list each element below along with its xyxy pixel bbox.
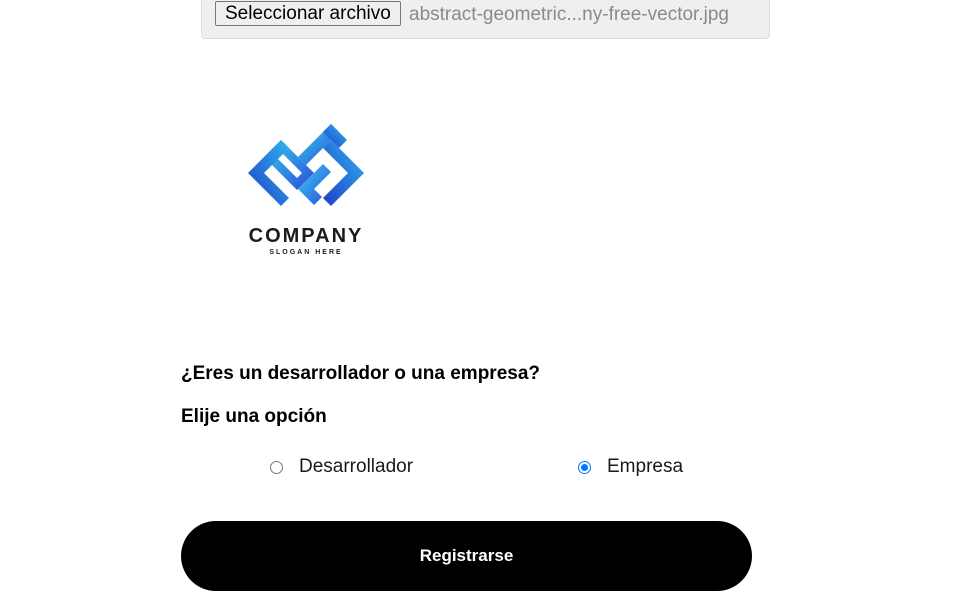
registration-page: Seleccionar archivo abstract-geometric..… bbox=[0, 0, 958, 598]
register-button[interactable]: Registrarse bbox=[181, 521, 752, 591]
logo-slogan-text: SLOGAN HERE bbox=[269, 249, 343, 256]
company-logo: COMPANY SLOGAN HERE bbox=[226, 112, 386, 272]
select-file-button[interactable]: Seleccionar archivo bbox=[215, 1, 401, 26]
radio-developer[interactable] bbox=[270, 460, 283, 474]
file-upload-field[interactable]: Seleccionar archivo abstract-geometric..… bbox=[201, 0, 770, 39]
radio-option-company[interactable]: Empresa bbox=[578, 455, 683, 479]
radio-company[interactable] bbox=[578, 460, 591, 474]
geometric-logo-icon bbox=[248, 124, 364, 206]
choose-option-label: Elije una opción bbox=[181, 406, 327, 427]
account-type-question: ¿Eres un desarrollador o una empresa? bbox=[181, 363, 540, 384]
logo-company-text: COMPANY bbox=[248, 225, 364, 247]
radio-company-label: Empresa bbox=[607, 456, 684, 477]
selected-file-name: abstract-geometric...ny-free-vector.jpg bbox=[409, 4, 729, 25]
radio-developer-label: Desarrollador bbox=[299, 456, 414, 477]
radio-option-developer[interactable]: Desarrollador bbox=[270, 455, 413, 479]
